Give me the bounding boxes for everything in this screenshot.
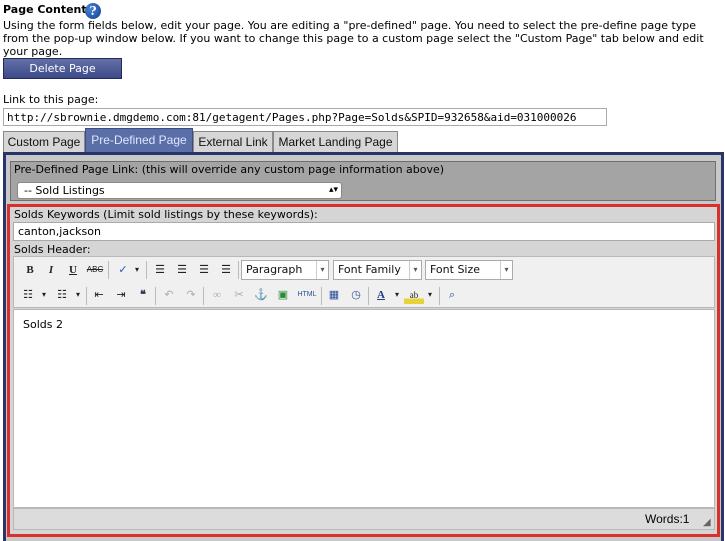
spellcheck-icon[interactable]: ✓ (113, 261, 133, 279)
toolbar-separator (368, 287, 369, 305)
predefined-page-select[interactable]: -- Sold Listings ▴▾ (17, 182, 342, 199)
undo-icon[interactable]: ↶ (159, 286, 179, 304)
keywords-input[interactable]: canton,jackson (13, 222, 715, 241)
toolbar-separator (321, 287, 322, 305)
tab-custom-page[interactable]: Custom Page (3, 131, 85, 153)
solds-header-label: Solds Header: (14, 243, 91, 256)
help-icon[interactable]: ? (85, 3, 101, 19)
html-source-button[interactable]: HTML (295, 286, 319, 304)
fullscreen-icon[interactable]: ⌕ (442, 286, 462, 304)
chevron-down-icon[interactable]: ▾ (38, 286, 50, 304)
chevron-down-icon: ▾ (500, 261, 512, 279)
editor-content[interactable]: Solds 2 (23, 318, 63, 331)
align-justify-icon[interactable]: ☰ (216, 261, 236, 279)
redo-icon[interactable]: ↷ (181, 286, 201, 304)
strikethrough-button[interactable]: ABC (85, 261, 105, 279)
italic-button[interactable]: I (41, 261, 61, 279)
indent-icon[interactable]: ⇥ (111, 286, 131, 304)
font-size-select[interactable]: Font Size ▾ (425, 260, 513, 280)
font-family-select-value: Font Family (338, 263, 401, 276)
toolbar-separator (155, 287, 156, 305)
insert-date-icon[interactable]: ▦ (324, 286, 344, 304)
toolbar-separator (108, 261, 109, 279)
delete-page-button[interactable]: Delete Page (3, 58, 122, 79)
font-size-select-value: Font Size (430, 263, 481, 276)
outdent-icon[interactable]: ⇤ (89, 286, 109, 304)
font-family-select[interactable]: Font Family ▾ (333, 260, 422, 280)
toolbar-separator (238, 261, 239, 279)
tab-pre-defined-page[interactable]: Pre-Defined Page (85, 128, 193, 153)
intro-text: Using the form fields below, edit your p… (3, 19, 704, 58)
bullet-list-icon[interactable]: ☷ (18, 286, 38, 304)
chevron-down-icon: ▾ (316, 261, 328, 279)
insert-time-icon[interactable]: ◷ (346, 286, 366, 304)
predefined-label: Pre-Defined Page Link: (this will overri… (14, 163, 445, 176)
resize-grip-icon[interactable]: ◢ (703, 517, 714, 528)
format-select[interactable]: Paragraph ▾ (241, 260, 329, 280)
predefined-select-value: -- Sold Listings (24, 184, 105, 197)
unlink-icon[interactable]: ✂ (229, 286, 249, 304)
rich-text-editor[interactable] (13, 309, 715, 508)
word-count: Words:1 (645, 512, 690, 526)
highlight-color-icon[interactable]: ab (404, 286, 424, 304)
page-link-field[interactable]: http://sbrownie.dmgdemo.com:81/getagent/… (3, 108, 607, 126)
align-center-icon[interactable]: ☰ (172, 261, 192, 279)
chevron-down-icon[interactable]: ▾ (391, 286, 403, 304)
chevron-down-icon[interactable]: ▾ (131, 261, 143, 279)
toolbar-separator (439, 287, 440, 305)
link-label: Link to this page: (3, 93, 99, 106)
align-right-icon[interactable]: ☰ (194, 261, 214, 279)
anchor-icon[interactable]: ⚓ (251, 286, 271, 304)
numbered-list-icon[interactable]: ☷ (52, 286, 72, 304)
bold-button[interactable]: B (20, 261, 40, 279)
chevron-down-icon: ▾ (409, 261, 421, 279)
tab-market-landing-page[interactable]: Market Landing Page (273, 131, 398, 153)
blockquote-icon[interactable]: ❝ (133, 286, 153, 304)
underline-button[interactable]: U (63, 261, 83, 279)
page-title: Page Content (3, 3, 87, 16)
chevron-down-icon[interactable]: ▾ (72, 286, 84, 304)
toolbar-separator (146, 261, 147, 279)
format-select-value: Paragraph (246, 263, 303, 276)
tab-external-link[interactable]: External Link (193, 131, 273, 153)
align-left-icon[interactable]: ☰ (150, 261, 170, 279)
toolbar-separator (203, 287, 204, 305)
image-icon[interactable]: ▣ (273, 286, 293, 304)
text-color-icon[interactable]: A (371, 286, 391, 304)
toolbar-separator (86, 287, 87, 305)
chevron-down-icon[interactable]: ▾ (424, 286, 436, 304)
keywords-label: Solds Keywords (Limit sold listings by t… (14, 208, 318, 221)
link-icon[interactable]: ∞ (207, 286, 227, 304)
select-arrows-icon: ▴▾ (328, 185, 338, 195)
editor-status-bar (13, 508, 715, 530)
